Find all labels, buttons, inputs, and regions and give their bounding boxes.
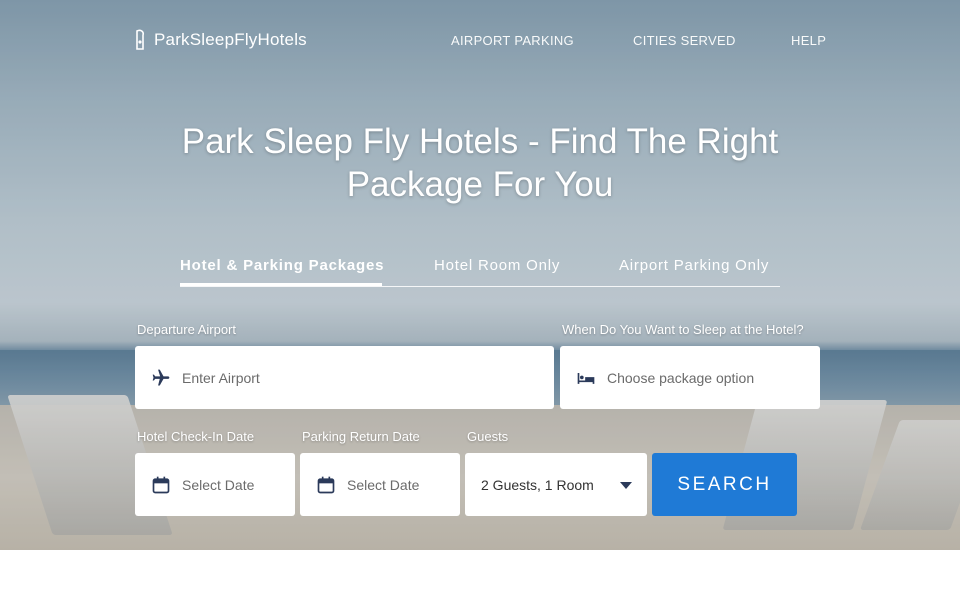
chevron-down-icon [620, 482, 632, 489]
search-button[interactable]: SEARCH [652, 453, 797, 516]
departure-airport-input[interactable]: Enter Airport [135, 346, 554, 409]
brand-name: ParkSleepFlyHotels [154, 30, 307, 49]
package-label: When Do You Want to Sleep at the Hotel? [562, 322, 804, 337]
search-tabs: Hotel & Parking Packages Hotel Room Only… [180, 255, 780, 287]
checkin-date-placeholder: Select Date [182, 476, 255, 493]
checkin-date-label: Hotel Check-In Date [137, 429, 255, 444]
nav-airport-parking[interactable]: AIRPORT PARKING [451, 33, 574, 48]
package-option-select[interactable]: Choose package option [560, 346, 820, 409]
tab-hotel-parking-packages[interactable]: Hotel & Parking Packages [180, 257, 384, 274]
logo-icon [136, 29, 144, 50]
brand-logo[interactable]: ParkSleepFlyHotels [134, 29, 307, 51]
page-title: Park Sleep Fly Hotels - Find The Right P… [181, 122, 779, 204]
checkin-date-input[interactable]: Select Date [135, 453, 295, 516]
nav-help[interactable]: HELP [791, 33, 826, 48]
top-nav: ParkSleepFlyHotels AIRPORT PARKING CITIE… [0, 0, 960, 80]
nav-cities-served[interactable]: CITIES SERVED [633, 33, 736, 48]
airplane-icon [151, 368, 171, 388]
calendar-icon [151, 475, 171, 495]
calendar-icon [316, 475, 336, 495]
package-option-placeholder: Choose package option [607, 369, 755, 386]
tab-airport-parking-only[interactable]: Airport Parking Only [619, 257, 769, 274]
tab-hotel-room-only[interactable]: Hotel Room Only [434, 257, 560, 274]
active-tab-indicator [180, 283, 382, 286]
parking-return-date-input[interactable]: Select Date [300, 453, 460, 516]
guests-select[interactable]: 2 Guests, 1 Room [465, 453, 647, 516]
departure-airport-placeholder: Enter Airport [182, 369, 260, 386]
bed-icon [576, 368, 596, 388]
departure-airport-label: Departure Airport [137, 322, 236, 337]
guests-label: Guests [467, 429, 509, 444]
parking-return-label: Parking Return Date [302, 429, 420, 444]
parking-return-date-placeholder: Select Date [347, 476, 420, 493]
guests-value: 2 Guests, 1 Room [481, 476, 594, 493]
